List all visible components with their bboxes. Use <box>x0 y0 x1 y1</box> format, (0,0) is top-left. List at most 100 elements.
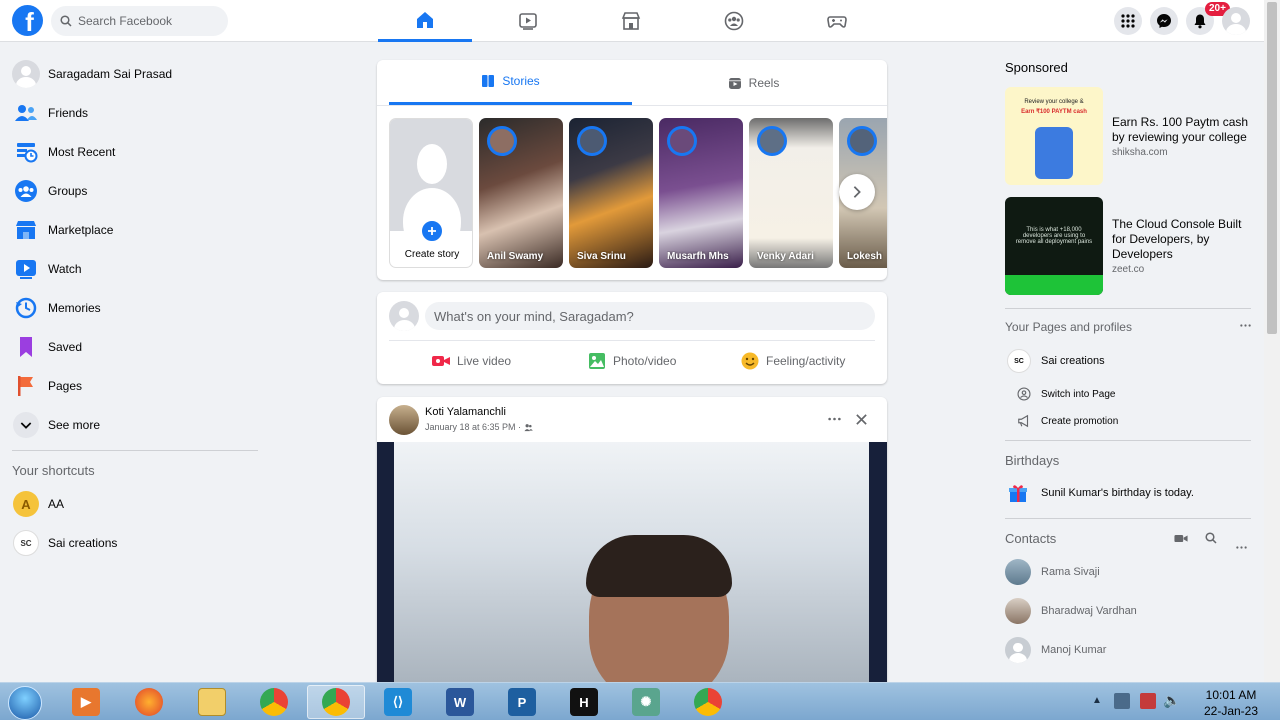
search-contacts-button[interactable] <box>1205 531 1219 545</box>
scrollbar-thumb[interactable] <box>1267 2 1277 334</box>
reels-icon <box>728 77 741 89</box>
tray-security-icon[interactable] <box>1140 693 1156 709</box>
page-sai-creations[interactable]: SC Sai creations <box>1007 349 1105 373</box>
sidebar-item-profile[interactable]: Saragadam Sai Prasad <box>12 56 258 92</box>
tab-label: Reels <box>748 75 780 90</box>
contact-item[interactable]: Bharadwaj Vardhan <box>1005 595 1137 627</box>
search-input[interactable] <box>78 14 218 28</box>
contact-item[interactable]: Rama Sivaji <box>1005 556 1100 588</box>
action-label: Photo/video <box>613 354 677 368</box>
contacts-options-button[interactable] <box>1236 536 1250 549</box>
post-options-button[interactable] <box>824 409 844 429</box>
sponsored-ad[interactable]: This is what +18,000 developers are usin… <box>1005 197 1255 295</box>
search-box[interactable] <box>51 6 228 36</box>
story-card[interactable]: Musarfh Mhs <box>659 118 743 268</box>
facebook-logo-icon[interactable]: f <box>12 5 43 36</box>
page-scrollbar[interactable] <box>1264 0 1280 682</box>
shortcut-item-sai-creations[interactable]: SC Sai creations <box>12 525 258 561</box>
taskbar-app[interactable]: P <box>493 685 551 719</box>
taskbar-app[interactable]: H <box>555 685 613 719</box>
new-room-button[interactable] <box>1174 531 1190 545</box>
sidebar-item-label: Memories <box>48 301 101 315</box>
post-author-name[interactable]: Koti Yalamanchli <box>425 406 506 418</box>
story-card[interactable]: Venky Adari <box>749 118 833 268</box>
vscode-icon: ⟨⟩ <box>384 688 412 716</box>
contact-avatar <box>1005 598 1031 624</box>
contact-name: Bharadwaj Vardhan <box>1041 605 1137 617</box>
feeling-activity-button[interactable]: Feeling/activity <box>740 348 845 374</box>
account-avatar[interactable] <box>1222 7 1250 35</box>
create-story-card[interactable]: Create story <box>389 118 473 268</box>
sidebar-item-watch[interactable]: Watch <box>12 251 258 287</box>
taskbar-app[interactable] <box>245 685 303 719</box>
taskbar-app[interactable]: W <box>431 685 489 719</box>
story-card[interactable]: Anil Swamy <box>479 118 563 268</box>
sidebar-item-memories[interactable]: Memories <box>12 290 258 326</box>
post-composer: What's on your mind, Saragadam? Live vid… <box>377 292 887 384</box>
watch-tab[interactable] <box>481 0 575 42</box>
tab-stories[interactable]: Stories <box>389 60 632 105</box>
post-author-avatar[interactable] <box>389 405 419 435</box>
close-icon <box>855 413 867 425</box>
sidebar-item-most-recent[interactable]: Most Recent <box>12 134 258 170</box>
sidebar-item-label: Pages <box>48 379 83 393</box>
story-card[interactable]: Siva Srinu <box>569 118 653 268</box>
watch-icon <box>16 260 36 279</box>
sidebar-item-groups[interactable]: Groups <box>12 173 258 209</box>
shortcut-item-aa[interactable]: A AA <box>12 486 258 522</box>
right-divider <box>1005 308 1251 309</box>
gaming-tab[interactable] <box>790 0 884 42</box>
sidebar-item-marketplace[interactable]: Marketplace <box>12 212 258 248</box>
sidebar-item-pages[interactable]: Pages <box>12 368 258 404</box>
story-author-name: Musarfh Mhs <box>667 251 729 262</box>
contact-name: Manoj Kumar <box>1041 644 1107 656</box>
taskbar-app[interactable] <box>679 685 737 719</box>
birthday-notice[interactable]: Sunil Kumar's birthday is today. <box>1008 483 1194 503</box>
sidebar-item-label: Saragadam Sai Prasad <box>48 67 173 81</box>
taskbar-app[interactable]: ⟨⟩ <box>369 685 427 719</box>
menu-button[interactable] <box>1114 7 1142 35</box>
sidebar-item-saved[interactable]: Saved <box>12 329 258 365</box>
marketplace-tab[interactable] <box>584 0 678 42</box>
show-hidden-icons-button[interactable]: ▲ <box>1092 695 1102 706</box>
sidebar-item-label: See more <box>48 418 101 432</box>
live-video-button[interactable]: Live video <box>431 348 511 374</box>
sidebar-item-friends[interactable]: Friends <box>12 95 258 131</box>
tab-reels[interactable]: Reels <box>632 60 875 105</box>
sponsored-ad[interactable]: Review your college & Earn ₹100 PAYTM ca… <box>1005 87 1255 185</box>
video-call-icon <box>1174 535 1188 542</box>
create-promotion-button[interactable]: Create promotion <box>1017 414 1118 428</box>
pages-options-button[interactable] <box>1238 318 1252 332</box>
sai-creations-page-icon: SC <box>1007 349 1031 373</box>
story-author-name: Siva Srinu <box>577 251 626 262</box>
windows-taskbar: ▶ ⟨⟩ W P H ✺ ▲ 🔈 10:01 AM 22-Jan-23 <box>0 682 1280 720</box>
composer-input[interactable]: What's on your mind, Saragadam? <box>425 302 875 330</box>
system-clock[interactable]: 10:01 AM 22-Jan-23 <box>1191 687 1271 719</box>
home-tab[interactable] <box>378 0 472 42</box>
switch-into-page-button[interactable]: Switch into Page <box>1017 387 1116 401</box>
stories-next-button[interactable] <box>839 174 875 210</box>
taskbar-app[interactable] <box>120 685 178 719</box>
contact-item[interactable]: Manoj Kumar <box>1005 634 1106 666</box>
taskbar-app[interactable]: ✺ <box>617 685 675 719</box>
taskbar-app-active[interactable] <box>307 685 365 719</box>
sidebar-item-label: Saved <box>48 340 83 354</box>
search-icon <box>60 15 72 27</box>
composer-divider <box>389 340 875 341</box>
sidebar-divider <box>12 450 258 451</box>
taskbar-app[interactable] <box>183 685 241 719</box>
taskbar-app[interactable]: ▶ <box>57 685 115 719</box>
photo-video-button[interactable]: Photo/video <box>587 348 676 374</box>
post-image[interactable] <box>377 442 887 682</box>
messenger-button[interactable] <box>1150 7 1178 35</box>
tray-network-icon[interactable] <box>1114 693 1130 709</box>
groups-tab[interactable] <box>687 0 781 42</box>
volume-icon[interactable]: 🔈 <box>1163 692 1180 709</box>
post-timestamp[interactable]: January 18 at 6:35 PM · <box>425 422 521 432</box>
ad-title: The Cloud Console Built for Developers, … <box>1112 217 1242 261</box>
post-hide-button[interactable] <box>851 409 871 429</box>
friends-icon <box>15 105 37 121</box>
start-button-icon[interactable] <box>8 686 42 720</box>
home-icon <box>417 11 433 28</box>
sidebar-see-more-button[interactable]: See more <box>12 407 258 443</box>
